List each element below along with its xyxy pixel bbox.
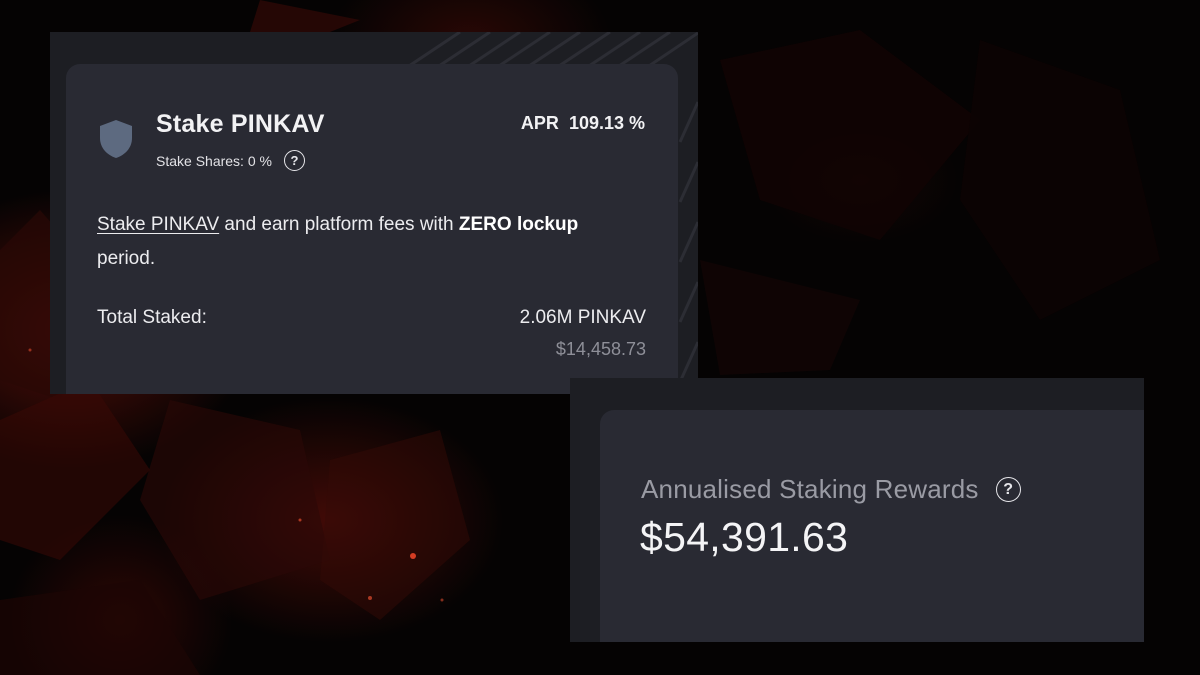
apr-display: APR 109.13 % [521,113,645,134]
stake-description: Stake PINKAV and earn platform fees with… [97,208,637,276]
apr-value: 109.13 % [568,113,645,133]
description-text-end: period. [97,248,156,269]
help-circle-icon[interactable]: ? [283,150,305,171]
apr-label: APR [520,113,559,133]
description-text: and earn platform fees with [219,214,459,235]
rewards-label: Annualised Staking Rewards [641,474,979,504]
total-staked-usd: $14,458.73 [555,339,646,359]
help-circle-icon[interactable]: ? [995,477,1021,502]
stake-pinkav-link[interactable]: Stake PINKAV [97,214,219,235]
stake-panel: Stake PINKAV Stake Shares: 0 % ? APR 109.… [50,32,698,394]
stake-shares-row: Stake Shares: 0 % ? [156,150,305,171]
description-bold-zero: ZERO [458,214,512,235]
total-staked-label: Total Staked: [97,307,207,328]
description-bold-lockup: lockup [516,214,579,235]
shield-icon [100,120,132,158]
stake-shares-label: Stake Shares: 0 % [156,152,272,169]
total-staked-amount: 2.06M PINKAV [519,307,646,328]
rewards-panel: Annualised Staking Rewards ? $54,391.63 [570,378,1144,642]
rewards-card: Annualised Staking Rewards ? $54,391.63 [600,410,1144,642]
rewards-label-row: Annualised Staking Rewards ? [641,474,1021,505]
stake-card: Stake PINKAV Stake Shares: 0 % ? APR 109.… [66,64,678,394]
rewards-value: $54,391.63 [640,514,849,560]
stake-title: Stake PINKAV [156,110,325,138]
